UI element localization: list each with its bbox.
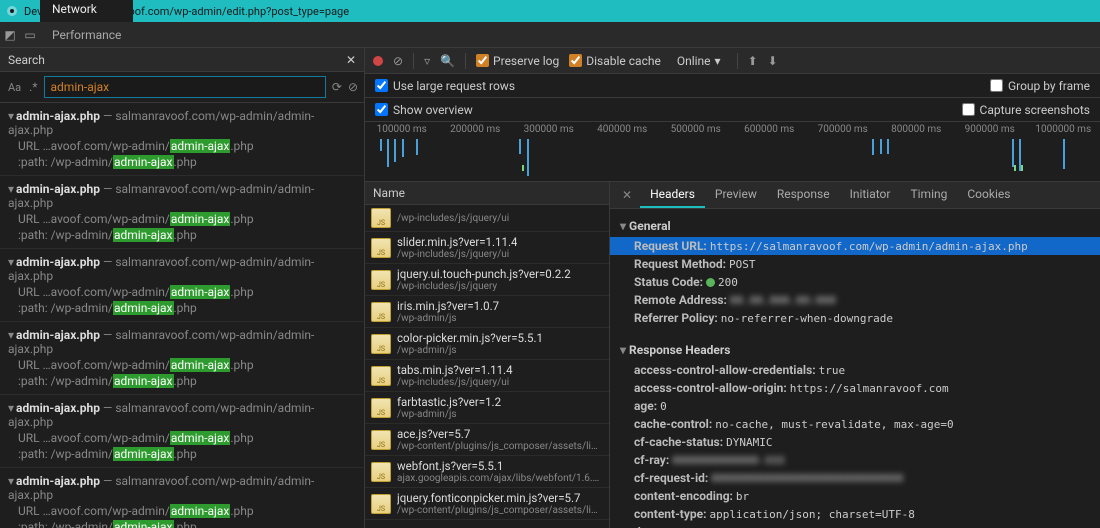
detail-tab-initiator[interactable]: Initiator: [840, 182, 901, 208]
search-input[interactable]: [44, 76, 326, 98]
section-general[interactable]: ▾General: [620, 219, 1090, 233]
js-file-icon: JS: [371, 334, 391, 354]
header-row: content-type: application/json; charset=…: [620, 505, 1090, 523]
network-request-row[interactable]: JS/wp-includes/js/jquery/ui: [365, 205, 609, 232]
js-file-icon: JS: [371, 270, 391, 290]
js-file-icon: JS: [371, 494, 391, 514]
close-icon[interactable]: ✕: [346, 53, 356, 67]
network-request-row[interactable]: JSslider.min.js?ver=1.11.4/wp-includes/j…: [365, 232, 609, 264]
devtools-tabbar: ◩ ▭ ElementsConsoleSourcesNetworkPerform…: [0, 22, 1100, 48]
network-request-row[interactable]: JSace.js?ver=5.7/wp-content/plugins/js_c…: [365, 424, 609, 456]
network-request-row[interactable]: JSjquery.fonticonpicker.min.js?ver=5.7/w…: [365, 488, 609, 520]
refresh-icon[interactable]: ⟳: [332, 80, 342, 94]
disable-cache-checkbox[interactable]: Disable cache: [569, 54, 661, 68]
show-overview-checkbox[interactable]: Show overview: [375, 103, 473, 117]
js-file-icon: JS: [371, 462, 391, 482]
detail-tab-cookies[interactable]: Cookies: [957, 182, 1020, 208]
detail-tab-timing[interactable]: Timing: [900, 182, 957, 208]
request-url-row: Request URL: https://salmanravoof.com/wp…: [610, 237, 1100, 255]
clear-icon[interactable]: ⊘: [348, 80, 358, 94]
filter-icon[interactable]: ▿: [424, 54, 430, 68]
section-response-headers[interactable]: ▾Response Headers: [620, 343, 1090, 357]
js-file-icon: JS: [371, 430, 391, 450]
record-icon[interactable]: [373, 56, 383, 66]
status-code-row: Status Code: 200: [620, 273, 1090, 291]
search-label: Search: [8, 53, 45, 67]
timeline-tick: 900000 ms: [953, 124, 1027, 135]
timeline-tick: 400000 ms: [586, 124, 660, 135]
search-icon[interactable]: 🔍: [440, 54, 455, 68]
match-case-toggle[interactable]: Aa: [6, 79, 23, 96]
timeline-tick: 300000 ms: [512, 124, 586, 135]
detail-tab-preview[interactable]: Preview: [705, 182, 767, 208]
search-result[interactable]: ▾admin-ajax.php — salmanravoof.com/wp-ad…: [0, 395, 364, 468]
tab-performance[interactable]: Performance: [40, 22, 133, 48]
network-request-row[interactable]: JScolor-picker.min.js?ver=5.5.1/wp-admin…: [365, 328, 609, 360]
chevron-down-icon: ▾: [715, 54, 721, 68]
network-request-row[interactable]: JSiris.min.js?ver=1.0.7/wp-admin/js: [365, 296, 609, 328]
network-toolbar: ⊘ ▿ 🔍 Preserve log Disable cache Online▾…: [365, 48, 1100, 74]
timeline-overview[interactable]: 100000 ms200000 ms300000 ms400000 ms5000…: [365, 122, 1100, 182]
js-file-icon: JS: [371, 366, 391, 386]
js-file-icon: JS: [371, 238, 391, 258]
upload-icon[interactable]: ⬆: [748, 54, 758, 68]
device-icon[interactable]: ▭: [20, 28, 40, 42]
detail-tab-response[interactable]: Response: [767, 182, 840, 208]
network-request-row[interactable]: JStabs.min.js?ver=1.11.4/wp-includes/js/…: [365, 360, 609, 392]
timeline-tick: 700000 ms: [806, 124, 880, 135]
close-details-icon[interactable]: ✕: [614, 188, 640, 202]
screenshots-checkbox[interactable]: Capture screenshots: [962, 103, 1090, 117]
search-result[interactable]: ▾admin-ajax.php — salmanravoof.com/wp-ad…: [0, 103, 364, 176]
js-file-icon: JS: [371, 208, 391, 228]
regex-toggle[interactable]: .*: [29, 80, 37, 94]
large-rows-checkbox[interactable]: Use large request rows: [375, 79, 515, 93]
window-titlebar: DevTools - salmanravoof.com/wp-admin/edi…: [0, 0, 1100, 22]
search-result[interactable]: ▾admin-ajax.php — salmanravoof.com/wp-ad…: [0, 322, 364, 395]
header-row: cf-ray: 0000000000000-XXX: [620, 451, 1090, 469]
header-row: cf-cache-status: DYNAMIC: [620, 433, 1090, 451]
js-file-icon: JS: [371, 398, 391, 418]
request-method-row: Request Method: POST: [620, 255, 1090, 273]
remote-address-row: Remote Address: 00.00.000.00:000: [620, 291, 1090, 309]
inspect-icon[interactable]: ◩: [0, 28, 20, 42]
header-row: access-control-allow-origin: https://sal…: [620, 379, 1090, 397]
tab-network[interactable]: Network: [40, 0, 133, 22]
timeline-tick: 200000 ms: [439, 124, 513, 135]
network-options: Use large request rows Group by frame: [365, 74, 1100, 98]
search-panel: Search ✕ Aa .* ⟳ ⊘ ▾admin-ajax.php — sal…: [0, 48, 365, 528]
search-result[interactable]: ▾admin-ajax.php — salmanravoof.com/wp-ad…: [0, 249, 364, 322]
referrer-policy-row: Referrer Policy: no-referrer-when-downgr…: [620, 309, 1090, 327]
header-row: age: 0: [620, 397, 1090, 415]
request-details: ✕ HeadersPreviewResponseInitiatorTimingC…: [610, 182, 1100, 528]
search-result[interactable]: ▾admin-ajax.php — salmanravoof.com/wp-ad…: [0, 468, 364, 528]
header-row: access-control-allow-credentials: true: [620, 361, 1090, 379]
search-results: ▾admin-ajax.php — salmanravoof.com/wp-ad…: [0, 103, 364, 528]
header-row: date: Wed, 14 Oct 2020 13:53:20 GMT: [620, 523, 1090, 528]
group-frame-checkbox[interactable]: Group by frame: [990, 79, 1090, 93]
network-request-row[interactable]: JSwebfont.js?ver=5.5.1ajax.googleapis.co…: [365, 456, 609, 488]
throttling-select[interactable]: Online▾: [671, 54, 727, 68]
header-row: cf-request-id: 0000000000000000000000000…: [620, 469, 1090, 487]
timeline-tick: 600000 ms: [733, 124, 807, 135]
timeline-tick: 100000 ms: [365, 124, 439, 135]
header-row: content-encoding: br: [620, 487, 1090, 505]
detail-tab-headers[interactable]: Headers: [640, 182, 705, 208]
search-result[interactable]: ▾admin-ajax.php — salmanravoof.com/wp-ad…: [0, 176, 364, 249]
preserve-log-checkbox[interactable]: Preserve log: [476, 54, 559, 68]
column-header-name[interactable]: Name: [365, 182, 609, 205]
status-dot-icon: [706, 278, 715, 287]
clear-icon[interactable]: ⊘: [393, 54, 403, 68]
chrome-icon: [6, 5, 18, 17]
js-file-icon: JS: [371, 302, 391, 322]
network-request-row[interactable]: JSjquery.ui.touch-punch.js?ver=0.2.2/wp-…: [365, 264, 609, 296]
network-request-row[interactable]: JSfarbtastic.js?ver=1.2/wp-admin/js: [365, 392, 609, 424]
timeline-tick: 1000000 ms: [1027, 124, 1100, 135]
timeline-tick: 500000 ms: [659, 124, 733, 135]
header-row: cache-control: no-cache, must-revalidate…: [620, 415, 1090, 433]
network-request-list: Name JS/wp-includes/js/jquery/uiJSslider…: [365, 182, 610, 528]
download-icon[interactable]: ⬇: [768, 54, 778, 68]
timeline-tick: 800000 ms: [880, 124, 954, 135]
network-options-2: Show overview Capture screenshots: [365, 98, 1100, 122]
